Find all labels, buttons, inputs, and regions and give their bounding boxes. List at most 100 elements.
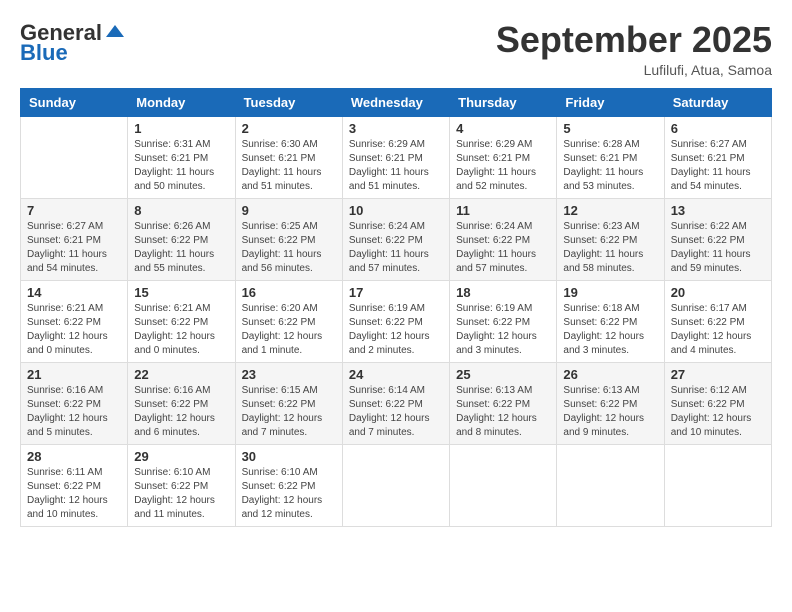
calendar-cell: 30Sunrise: 6:10 AM Sunset: 6:22 PM Dayli… xyxy=(235,444,342,526)
day-number: 14 xyxy=(27,285,121,300)
calendar-cell: 1 Sunrise: 6:31 AM Sunset: 6:21 PM Daylig… xyxy=(128,116,235,198)
day-number: 22 xyxy=(134,367,228,382)
calendar-week-row: 21 Sunrise: 6:16 AM Sunset: 6:22 PM Dayli… xyxy=(21,362,772,444)
calendar-cell: 8 Sunrise: 6:26 AM Sunset: 6:22 PM Daylig… xyxy=(128,198,235,280)
calendar-cell xyxy=(664,444,771,526)
col-header-tuesday: Tuesday xyxy=(235,88,342,116)
day-info: Sunrise: 6:11 AM Sunset: 6:22 PM Dayligh… xyxy=(27,466,121,522)
calendar-week-row: 28 Sunrise: 6:11 AM Sunset: 6:22 PM Dayli… xyxy=(21,444,772,526)
day-number: 25 xyxy=(456,367,550,382)
col-header-friday: Friday xyxy=(557,88,664,116)
day-number: 20 xyxy=(671,285,765,300)
calendar-cell: 13 Sunrise: 6:22 AM Sunset: 6:22 PM Dayli… xyxy=(664,198,771,280)
day-info: Sunrise: 6:16 AM Sunset: 6:22 PM Dayligh… xyxy=(27,384,121,440)
day-info: Sunrise: 6:27 AM Sunset: 6:21 PM Dayligh… xyxy=(27,220,121,276)
day-number: 19 xyxy=(563,285,657,300)
day-number: 24 xyxy=(349,367,443,382)
day-info: Sunrise: 6:31 AM Sunset: 6:21 PM Dayligh… xyxy=(134,138,228,194)
calendar-cell: 6 Sunrise: 6:27 AM Sunset: 6:21 PM Daylig… xyxy=(664,116,771,198)
calendar-cell: 15 Sunrise: 6:21 AM Sunset: 6:22 PM Dayli… xyxy=(128,280,235,362)
calendar-cell: 18 Sunrise: 6:19 AM Sunset: 6:22 PM Dayli… xyxy=(450,280,557,362)
logo-blue: Blue xyxy=(20,40,68,66)
title-block: September 2025 Lufilufi, Atua, Samoa xyxy=(496,20,772,78)
day-number: 18 xyxy=(456,285,550,300)
day-info: Sunrise: 6:24 AM Sunset: 6:22 PM Dayligh… xyxy=(349,220,443,276)
calendar-cell: 23 Sunrise: 6:15 AM Sunset: 6:22 PM Dayli… xyxy=(235,362,342,444)
day-info: Sunrise: 6:15 AM Sunset: 6:22 PM Dayligh… xyxy=(242,384,336,440)
day-number: 21 xyxy=(27,367,121,382)
day-number: 3 xyxy=(349,121,443,136)
calendar-cell: 21 Sunrise: 6:16 AM Sunset: 6:22 PM Dayli… xyxy=(21,362,128,444)
day-number: 8 xyxy=(134,203,228,218)
day-number: 15 xyxy=(134,285,228,300)
day-info: Sunrise: 6:10 AM Sunset: 6:22 PM Dayligh… xyxy=(134,466,228,522)
day-number: 12 xyxy=(563,203,657,218)
day-info: Sunrise: 6:13 AM Sunset: 6:22 PM Dayligh… xyxy=(456,384,550,440)
calendar-cell: 16Sunrise: 6:20 AM Sunset: 6:22 PM Dayli… xyxy=(235,280,342,362)
day-info: Sunrise: 6:16 AM Sunset: 6:22 PM Dayligh… xyxy=(134,384,228,440)
day-number: 2 xyxy=(242,121,336,136)
day-info: Sunrise: 6:30 AM Sunset: 6:21 PM Dayligh… xyxy=(242,138,336,194)
day-number: 6 xyxy=(671,121,765,136)
location: Lufilufi, Atua, Samoa xyxy=(496,62,772,78)
day-number: 27 xyxy=(671,367,765,382)
calendar-cell: 12 Sunrise: 6:23 AM Sunset: 6:22 PM Dayli… xyxy=(557,198,664,280)
calendar-cell: 10 Sunrise: 6:24 AM Sunset: 6:22 PM Dayli… xyxy=(342,198,449,280)
calendar-header-row: SundayMondayTuesdayWednesdayThursdayFrid… xyxy=(21,88,772,116)
day-number: 4 xyxy=(456,121,550,136)
calendar-cell: 9 Sunrise: 6:25 AM Sunset: 6:22 PM Daylig… xyxy=(235,198,342,280)
calendar-cell: 14 Sunrise: 6:21 AM Sunset: 6:22 PM Dayli… xyxy=(21,280,128,362)
calendar-cell: 28 Sunrise: 6:11 AM Sunset: 6:22 PM Dayli… xyxy=(21,444,128,526)
day-info: Sunrise: 6:29 AM Sunset: 6:21 PM Dayligh… xyxy=(456,138,550,194)
day-info: Sunrise: 6:26 AM Sunset: 6:22 PM Dayligh… xyxy=(134,220,228,276)
day-number: 17 xyxy=(349,285,443,300)
day-number: 29 xyxy=(134,449,228,464)
calendar-cell: 17 Sunrise: 6:19 AM Sunset: 6:22 PM Dayli… xyxy=(342,280,449,362)
calendar-cell: 24 Sunrise: 6:14 AM Sunset: 6:22 PM Dayli… xyxy=(342,362,449,444)
col-header-sunday: Sunday xyxy=(21,88,128,116)
calendar-cell: 26Sunrise: 6:13 AM Sunset: 6:22 PM Dayli… xyxy=(557,362,664,444)
day-info: Sunrise: 6:19 AM Sunset: 6:22 PM Dayligh… xyxy=(349,302,443,358)
day-info: Sunrise: 6:19 AM Sunset: 6:22 PM Dayligh… xyxy=(456,302,550,358)
calendar-cell xyxy=(450,444,557,526)
col-header-saturday: Saturday xyxy=(664,88,771,116)
calendar-week-row: 14 Sunrise: 6:21 AM Sunset: 6:22 PM Dayli… xyxy=(21,280,772,362)
day-info: Sunrise: 6:23 AM Sunset: 6:22 PM Dayligh… xyxy=(563,220,657,276)
calendar-cell: 3Sunrise: 6:29 AM Sunset: 6:21 PM Daylig… xyxy=(342,116,449,198)
day-info: Sunrise: 6:24 AM Sunset: 6:22 PM Dayligh… xyxy=(456,220,550,276)
month-title: September 2025 xyxy=(496,20,772,60)
col-header-thursday: Thursday xyxy=(450,88,557,116)
calendar-cell: 25 Sunrise: 6:13 AM Sunset: 6:22 PM Dayli… xyxy=(450,362,557,444)
day-info: Sunrise: 6:12 AM Sunset: 6:22 PM Dayligh… xyxy=(671,384,765,440)
day-info: Sunrise: 6:28 AM Sunset: 6:21 PM Dayligh… xyxy=(563,138,657,194)
day-number: 13 xyxy=(671,203,765,218)
day-info: Sunrise: 6:14 AM Sunset: 6:22 PM Dayligh… xyxy=(349,384,443,440)
day-number: 11 xyxy=(456,203,550,218)
day-info: Sunrise: 6:21 AM Sunset: 6:22 PM Dayligh… xyxy=(27,302,121,358)
day-number: 23 xyxy=(242,367,336,382)
calendar-cell: 11 Sunrise: 6:24 AM Sunset: 6:22 PM Dayli… xyxy=(450,198,557,280)
day-info: Sunrise: 6:21 AM Sunset: 6:22 PM Dayligh… xyxy=(134,302,228,358)
day-number: 9 xyxy=(242,203,336,218)
day-number: 1 xyxy=(134,121,228,136)
calendar-cell xyxy=(21,116,128,198)
day-number: 5 xyxy=(563,121,657,136)
day-info: Sunrise: 6:18 AM Sunset: 6:22 PM Dayligh… xyxy=(563,302,657,358)
day-info: Sunrise: 6:17 AM Sunset: 6:22 PM Dayligh… xyxy=(671,302,765,358)
calendar-cell xyxy=(557,444,664,526)
day-number: 7 xyxy=(27,203,121,218)
day-number: 16 xyxy=(242,285,336,300)
day-number: 26 xyxy=(563,367,657,382)
day-info: Sunrise: 6:25 AM Sunset: 6:22 PM Dayligh… xyxy=(242,220,336,276)
page-header: General Blue September 2025 Lufilufi, At… xyxy=(20,20,772,78)
day-info: Sunrise: 6:27 AM Sunset: 6:21 PM Dayligh… xyxy=(671,138,765,194)
calendar-cell: 19 Sunrise: 6:18 AM Sunset: 6:22 PM Dayli… xyxy=(557,280,664,362)
day-info: Sunrise: 6:10 AM Sunset: 6:22 PM Dayligh… xyxy=(242,466,336,522)
day-number: 10 xyxy=(349,203,443,218)
day-number: 28 xyxy=(27,449,121,464)
calendar-cell: 7 Sunrise: 6:27 AM Sunset: 6:21 PM Daylig… xyxy=(21,198,128,280)
day-info: Sunrise: 6:22 AM Sunset: 6:22 PM Dayligh… xyxy=(671,220,765,276)
calendar-cell: 2 Sunrise: 6:30 AM Sunset: 6:21 PM Daylig… xyxy=(235,116,342,198)
col-header-monday: Monday xyxy=(128,88,235,116)
calendar-cell: 27 Sunrise: 6:12 AM Sunset: 6:22 PM Dayli… xyxy=(664,362,771,444)
